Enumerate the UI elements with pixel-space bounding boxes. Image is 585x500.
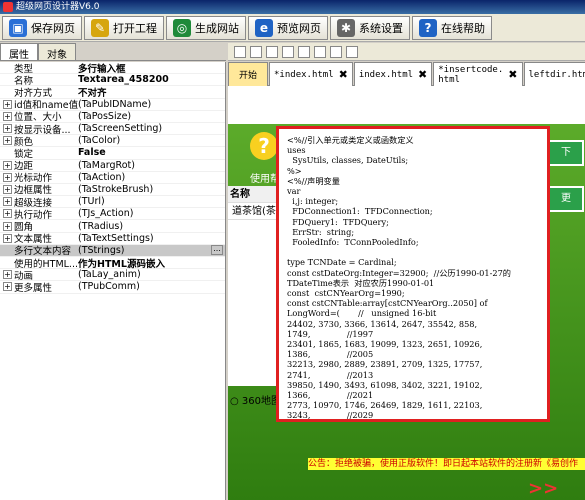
arrow-icon: >> xyxy=(528,478,559,499)
align-center-icon[interactable] xyxy=(298,46,310,58)
left-panel-tabs: 属性 对象 xyxy=(0,43,226,61)
download-button[interactable]: 下 xyxy=(548,140,584,166)
left-tab-0[interactable]: 属性 xyxy=(0,43,38,61)
doc-tab-1[interactable]: *index.html ✖ xyxy=(269,62,353,86)
toolbar-button-2[interactable]: ◎ 生成网站 xyxy=(166,16,246,40)
expand-icon[interactable]: + xyxy=(3,221,12,231)
property-key: 更多属性 xyxy=(14,282,53,294)
expand-icon[interactable]: + xyxy=(3,124,12,134)
toolbar-button-0[interactable]: ▣ 保存网页 xyxy=(2,16,82,40)
align-left-icon[interactable] xyxy=(282,46,294,58)
doc-tab-label: leftdir.html xyxy=(528,69,585,80)
align-right-icon[interactable] xyxy=(314,46,326,58)
ellipsis-button[interactable]: ... xyxy=(211,245,223,256)
expand-icon[interactable]: + xyxy=(3,160,12,170)
app-icon xyxy=(3,2,13,12)
help-icon: ? xyxy=(419,19,437,37)
more-button[interactable]: 更 xyxy=(548,186,584,212)
expand-icon[interactable]: + xyxy=(3,111,12,121)
toolbar-button-label: 打开工程 xyxy=(113,22,157,35)
property-value[interactable]: (TPubComm) xyxy=(78,281,225,292)
toolbar-button-label: 保存网页 xyxy=(31,22,75,35)
gear-icon: ✱ xyxy=(337,19,355,37)
property-value[interactable]: (TStrings) xyxy=(78,245,211,256)
window-title: 超级网页设计器V6.0 xyxy=(16,2,100,12)
expand-icon[interactable]: + xyxy=(3,209,12,219)
expand-icon[interactable]: + xyxy=(3,184,12,194)
close-icon[interactable]: ✖ xyxy=(508,68,517,81)
toolbar-button-1[interactable]: ✎ 打开工程 xyxy=(84,16,164,40)
property-value[interactable]: False xyxy=(78,147,225,158)
property-value[interactable]: 不对齐 xyxy=(78,85,225,99)
toolbar-button-label: 预览网页 xyxy=(277,22,321,35)
doc-tab-label: *insertcode. html xyxy=(438,64,504,85)
close-icon[interactable]: ✖ xyxy=(339,68,348,81)
property-value[interactable]: (TaLay_anim) xyxy=(78,269,225,280)
main-toolbar: ▣ 保存网页 ✎ 打开工程 ◎ 生成网站 e 预览网页 ✱ 系统设置? 在线帮助 xyxy=(0,14,585,42)
property-value[interactable]: (TUrl) xyxy=(78,196,225,207)
help-circle-icon: ? xyxy=(250,132,278,160)
design-canvas[interactable]: ? 使用帮 名称 道茶馆(茶光店养生福茶馆(南道(抗梓店)文山水酒店茶餐休闲茶艺… xyxy=(228,86,585,500)
property-value[interactable]: (TaScreenSetting) xyxy=(78,123,225,134)
toolbar-button-label: 生成网站 xyxy=(195,22,239,35)
expand-icon[interactable]: + xyxy=(3,270,12,280)
property-value[interactable]: (TaPubIDName) xyxy=(78,99,225,110)
expand-icon[interactable]: + xyxy=(3,233,12,243)
close-icon[interactable]: ✖ xyxy=(418,68,427,81)
property-value[interactable]: 作为HTML源码嵌入 xyxy=(78,256,225,270)
expand-icon[interactable]: + xyxy=(3,282,12,292)
property-grid: 类型 多行输入框 名称 Textarea_458200 对齐方式 不对齐 + id值和name… xyxy=(0,62,226,500)
expand-icon[interactable]: + xyxy=(3,197,12,207)
property-value[interactable]: (TaAction) xyxy=(78,172,225,183)
doc-tab-label: 开始 xyxy=(239,71,258,81)
doc-tab-label: index.html xyxy=(358,69,414,80)
property-row[interactable]: + 更多属性 (TPubComm) xyxy=(0,281,225,294)
toolbar-button-4[interactable]: ✱ 系统设置 xyxy=(330,16,410,40)
folder-icon: ✎ xyxy=(91,19,109,37)
expand-icon[interactable]: + xyxy=(3,172,12,182)
doc-tab-3[interactable]: *insertcode. html ✖ xyxy=(433,62,523,86)
toolbar-button-3[interactable]: e 预览网页 xyxy=(248,16,328,40)
left-tab-1[interactable]: 对象 xyxy=(38,43,76,61)
toolbar-button-label: 系统设置 xyxy=(359,22,403,35)
map-radio[interactable]: ○ 360地图 xyxy=(230,392,281,407)
code-textarea[interactable]: <%//引入单元或类定义或函数定义 uses SysUtils, classes… xyxy=(276,126,550,422)
grid-icon[interactable] xyxy=(330,46,342,58)
document-tabs: 开始 *index.html ✖ index.html ✖ *insertcode. ht… xyxy=(228,62,585,86)
property-value[interactable]: (TaPosSize) xyxy=(78,111,225,122)
search-icon: ◎ xyxy=(173,19,191,37)
property-value[interactable]: (TJs_Action) xyxy=(78,208,225,219)
delete-icon[interactable] xyxy=(266,46,278,58)
property-value[interactable]: (TRadius) xyxy=(78,221,225,232)
mini-toolbar xyxy=(228,43,585,61)
property-value[interactable]: (TaTextSettings) xyxy=(78,233,225,244)
notice-banner: 公告：拒绝被骗，使用正版软件！即日起本站软件的注册新《易创作 xyxy=(308,458,585,470)
doc-tab-0[interactable]: 开始 xyxy=(228,62,269,86)
layer-icon[interactable] xyxy=(346,46,358,58)
save-icon: ▣ xyxy=(9,19,27,37)
copy-icon[interactable] xyxy=(250,46,262,58)
doc-tab-2[interactable]: index.html ✖ xyxy=(353,62,433,86)
property-value[interactable]: (TaStrokeBrush) xyxy=(78,184,225,195)
property-value[interactable]: Textarea_458200 xyxy=(78,74,225,85)
property-value[interactable]: 多行输入框 xyxy=(78,62,225,75)
title-bar: 超级网页设计器V6.0 xyxy=(0,0,585,14)
property-value[interactable]: (TaColor) xyxy=(78,135,225,146)
doc-tab-label: *index.html xyxy=(274,69,334,80)
doc-tab-4[interactable]: leftdir.html✖ xyxy=(523,62,585,86)
toolbar-button-label: 在线帮助 xyxy=(441,22,485,35)
toolbar-button-5[interactable]: ? 在线帮助 xyxy=(412,16,492,40)
property-value[interactable]: (TaMargRot) xyxy=(78,160,225,171)
ie-icon: e xyxy=(255,19,273,37)
cut-icon[interactable] xyxy=(234,46,246,58)
expand-icon[interactable]: + xyxy=(3,99,12,109)
expand-icon[interactable]: + xyxy=(3,136,12,146)
